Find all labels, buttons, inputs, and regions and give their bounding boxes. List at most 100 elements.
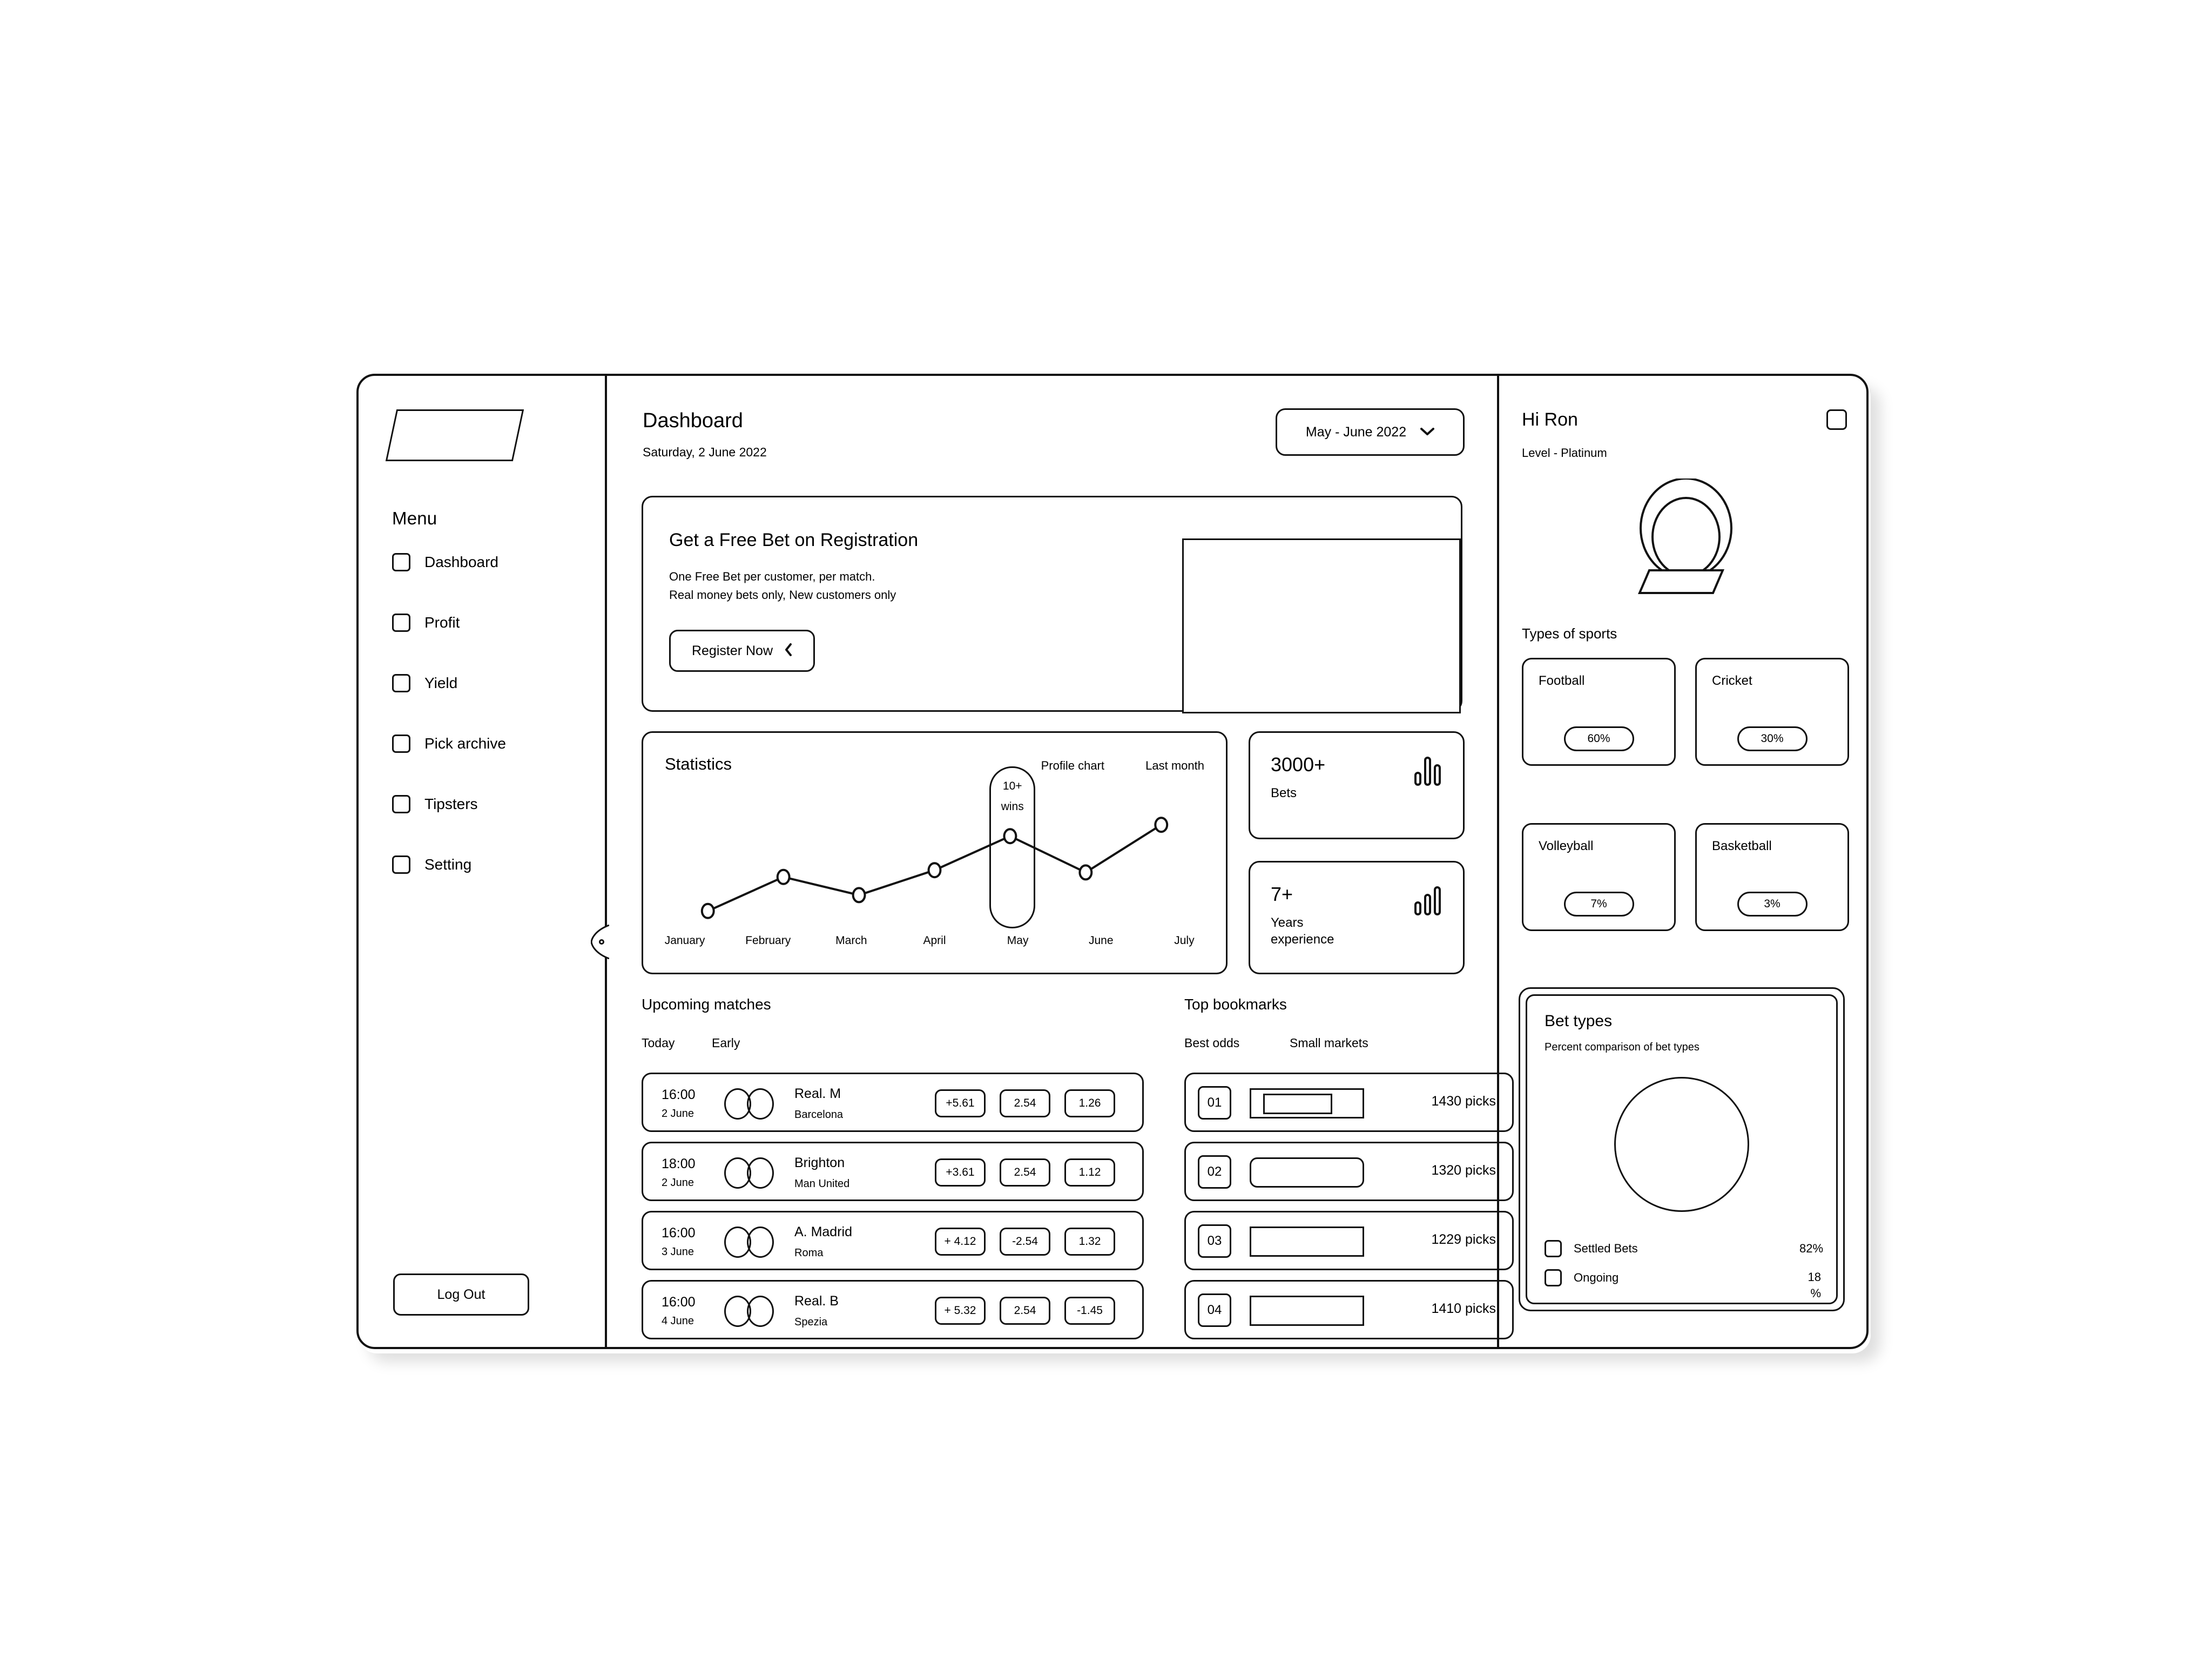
odds-button[interactable]: +5.61 <box>935 1089 986 1117</box>
odds-button[interactable]: 2.54 <box>1000 1089 1050 1117</box>
date-range-selector[interactable]: May - June 2022 <box>1276 408 1465 456</box>
odds-button[interactable]: 1.32 <box>1064 1228 1115 1256</box>
match-time: 16:00 <box>662 1225 696 1241</box>
match-row[interactable]: 18:00 2 June Brighton Man United +3.61 2… <box>642 1142 1144 1201</box>
promo-line-1: One Free Bet per customer, per match. <box>669 570 875 583</box>
chart-x-axis-labels: January February March April May June Ju… <box>643 934 1226 951</box>
x-tick-label: May <box>1007 934 1029 947</box>
x-tick-label: July <box>1174 934 1195 947</box>
sidebar-collapse-handle[interactable] <box>591 925 609 959</box>
user-level: Level - Platinum <box>1522 446 1607 460</box>
sport-card-basketball[interactable]: Basketball 3% <box>1695 823 1849 931</box>
screen-canvas: Menu Dashboard Profit Yield Pick archive <box>0 0 2212 1678</box>
odds-button[interactable]: + 5.32 <box>935 1297 986 1325</box>
match-team-away: Spezia <box>794 1316 828 1328</box>
sport-name: Basketball <box>1712 839 1772 853</box>
statistics-title: Statistics <box>665 754 732 773</box>
x-tick-label: June <box>1089 934 1114 947</box>
bookmark-rank: 04 <box>1198 1293 1231 1327</box>
tab-early[interactable]: Early <box>712 1036 740 1050</box>
bookmark-row[interactable]: 02 1320 picks <box>1184 1142 1514 1201</box>
match-team-home: Real. M <box>794 1086 841 1101</box>
left-sidebar: Menu Dashboard Profit Yield Pick archive <box>359 376 607 1347</box>
tab-small-markets[interactable]: Small markets <box>1290 1036 1368 1050</box>
kpi-value: 7+ <box>1271 883 1293 905</box>
bet-types-legend: Settled Bets 82% Ongoing 18 % <box>1545 1228 1823 1300</box>
sidebar-item-dashboard[interactable]: Dashboard <box>392 551 581 573</box>
odds-button[interactable]: 2.54 <box>1000 1297 1050 1325</box>
kpi-card-experience: 7+ Years experience <box>1249 861 1465 974</box>
legend-item-ongoing[interactable]: Ongoing 18 % <box>1545 1269 1821 1300</box>
match-team-away: Man United <box>794 1178 850 1190</box>
bet-types-subtitle: Percent comparison of bet types <box>1545 1041 1700 1053</box>
legend-label: Settled Bets <box>1574 1242 1638 1255</box>
kpi-card-bets: 3000+ Bets <box>1249 731 1465 839</box>
menu-heading: Menu <box>392 508 437 528</box>
match-team-away: Roma <box>794 1247 824 1259</box>
chart-data-point <box>927 862 942 879</box>
bookmark-row[interactable]: 03 1229 picks <box>1184 1211 1514 1270</box>
bookmark-logo-placeholder <box>1250 1157 1364 1188</box>
checkbox-icon[interactable] <box>392 553 410 571</box>
sidebar-item-profit[interactable]: Profit <box>392 612 581 634</box>
kpi-label: Bets <box>1271 786 1297 800</box>
odds-button[interactable]: 2.54 <box>1000 1158 1050 1187</box>
x-tick-label: April <box>923 934 946 947</box>
chevron-down-icon <box>1420 426 1435 438</box>
bookmark-row[interactable]: 01 1430 picks <box>1184 1073 1514 1132</box>
match-row[interactable]: 16:00 3 June A. Madrid Roma + 4.12 -2.54… <box>642 1211 1144 1270</box>
checkbox-icon[interactable] <box>392 795 410 813</box>
bookmark-picks: 1229 picks <box>1431 1232 1496 1247</box>
sport-card-football[interactable]: Football 60% <box>1522 658 1676 766</box>
checkbox-icon[interactable] <box>392 614 410 632</box>
sport-card-volleyball[interactable]: Volleyball 7% <box>1522 823 1676 931</box>
kpi-value: 3000+ <box>1271 753 1326 776</box>
trophy-illustration-icon <box>1499 477 1871 597</box>
sidebar-item-pick-archive[interactable]: Pick archive <box>392 733 581 754</box>
checkbox-icon[interactable] <box>392 734 410 753</box>
tab-best-odds[interactable]: Best odds <box>1184 1036 1239 1050</box>
chart-data-point <box>1003 828 1017 845</box>
legend-item-settled-bets[interactable]: Settled Bets 82% <box>1545 1240 1823 1257</box>
notification-checkbox-icon[interactable] <box>1826 409 1847 430</box>
odds-button[interactable]: 1.26 <box>1064 1089 1115 1117</box>
odds-button[interactable]: 1.12 <box>1064 1158 1115 1187</box>
checkbox-icon[interactable] <box>1545 1240 1562 1257</box>
register-now-label: Register Now <box>691 643 773 658</box>
odds-button[interactable]: +3.61 <box>935 1158 986 1187</box>
kpi-label-line1: Years <box>1271 915 1304 930</box>
match-date: 2 June <box>662 1108 694 1120</box>
legend-value: 18 % <box>1808 1270 1821 1300</box>
checkbox-icon[interactable] <box>392 674 410 692</box>
team-logos-icon <box>724 1227 776 1258</box>
logout-button[interactable]: Log Out <box>393 1273 529 1316</box>
sport-card-cricket[interactable]: Cricket 30% <box>1695 658 1849 766</box>
match-row[interactable]: 16:00 4 June Real. B Spezia + 5.32 2.54 … <box>642 1280 1144 1339</box>
tab-profile-chart[interactable]: Profile chart <box>1041 759 1104 773</box>
bookmark-picks: 1410 picks <box>1431 1301 1496 1316</box>
bookmark-picks: 1430 picks <box>1431 1094 1496 1109</box>
right-profile-panel: Hi Ron Level - Platinum Types of sports … <box>1497 376 1871 1347</box>
bookmark-row[interactable]: 04 1410 picks <box>1184 1280 1514 1339</box>
match-team-home: Real. B <box>794 1293 839 1309</box>
sidebar-item-label: Profit <box>424 614 460 631</box>
tab-today[interactable]: Today <box>642 1036 675 1050</box>
tab-last-month[interactable]: Last month <box>1145 759 1204 773</box>
kpi-label-line2: experience <box>1271 932 1334 947</box>
sidebar-item-label: Dashboard <box>424 554 498 570</box>
sport-name: Football <box>1539 673 1585 688</box>
bar-chart-icon <box>1414 756 1441 789</box>
odds-button[interactable]: -1.45 <box>1064 1297 1115 1325</box>
sidebar-item-tipsters[interactable]: Tipsters <box>392 793 581 815</box>
odds-button[interactable]: + 4.12 <box>935 1228 986 1256</box>
register-now-button[interactable]: Register Now <box>669 630 815 672</box>
sidebar-item-setting[interactable]: Setting <box>392 854 581 875</box>
sidebar-item-label: Setting <box>424 856 472 873</box>
checkbox-icon[interactable] <box>1545 1269 1562 1286</box>
kpi-label: Years experience <box>1271 914 1334 948</box>
match-row[interactable]: 16:00 2 June Real. M Barcelona +5.61 2.5… <box>642 1073 1144 1132</box>
sidebar-item-yield[interactable]: Yield <box>392 672 581 694</box>
odds-button[interactable]: -2.54 <box>1000 1228 1050 1256</box>
sport-percentage: 3% <box>1737 892 1808 917</box>
checkbox-icon[interactable] <box>392 855 410 874</box>
